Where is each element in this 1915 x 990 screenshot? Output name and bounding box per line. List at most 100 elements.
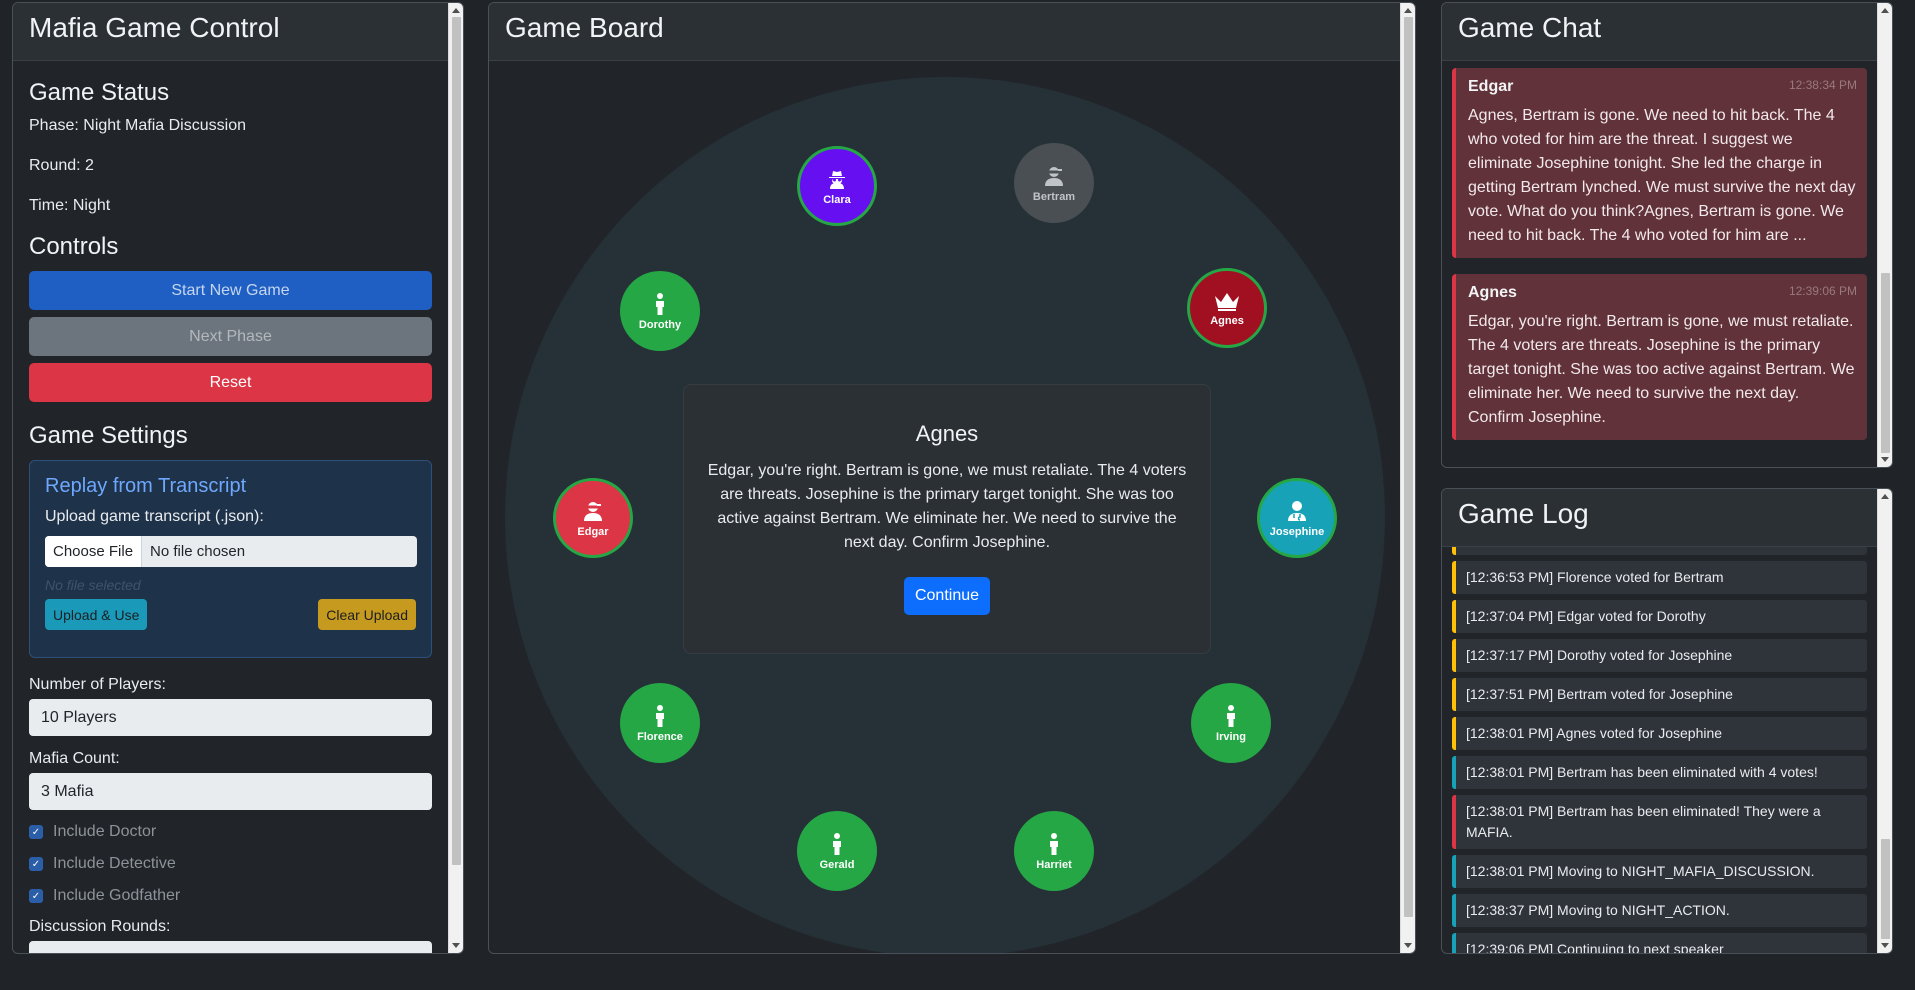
player-name: Harriet — [1036, 858, 1072, 871]
player-name: Dorothy — [638, 318, 682, 331]
log-entries: [12:36:53 PM] Florence voted for Bertram… — [1442, 547, 1877, 953]
game-board-panel: Game Board Clara Bertram Agnes Josephine… — [488, 2, 1416, 954]
scroll-down-arrow-icon[interactable] — [1881, 457, 1889, 462]
chat-message: Agnes 12:39:06 PM Edgar, you're right. B… — [1452, 274, 1867, 440]
start-new-game-button[interactable]: Start New Game — [29, 271, 432, 310]
include-detective-row[interactable]: ✓ Include Detective — [29, 848, 433, 880]
replay-transcript-box: Replay from Transcript Upload game trans… — [29, 460, 432, 658]
player-name: Florence — [637, 730, 683, 743]
include-godfather-label: Include Godfather — [53, 887, 181, 904]
scroll-down-arrow-icon[interactable] — [452, 943, 460, 948]
include-doctor-row[interactable]: ✓ Include Doctor — [29, 816, 433, 848]
players-label: Number of Players: — [29, 676, 166, 693]
include-godfather-checkbox[interactable]: ✓ — [29, 889, 43, 903]
log-entry: [12:38:01 PM] Moving to NIGHT_MAFIA_DISC… — [1452, 855, 1867, 888]
log-entry: [12:37:51 PM] Bertram voted for Josephin… — [1452, 678, 1867, 711]
scroll-thumb[interactable] — [1404, 17, 1413, 917]
reset-button[interactable]: Reset — [29, 363, 432, 402]
discussion-rounds-select[interactable] — [29, 941, 432, 953]
message-text: Agnes, Bertram is gone. We need to hit b… — [1468, 107, 1856, 244]
scroll-thumb[interactable] — [1881, 273, 1890, 453]
player-name: Clara — [823, 193, 851, 206]
person-icon — [656, 292, 664, 315]
scroll-thumb[interactable] — [1881, 839, 1890, 939]
round-text: Round: 2 — [29, 157, 94, 174]
chat-messages: Edgar 12:38:34 PM Agnes, Bertram is gone… — [1442, 61, 1877, 467]
speech-text: Edgar, you're right. Bertram is gone, we… — [707, 462, 1187, 551]
log-entry: [12:37:04 PM] Edgar voted for Dorothy — [1452, 600, 1867, 633]
player-irving[interactable]: Irving — [1191, 683, 1271, 763]
upload-label: Upload game transcript (.json): — [45, 508, 264, 525]
game-status-heading: Game Status — [29, 79, 170, 106]
player-clara[interactable]: Clara — [797, 146, 877, 226]
scroll-up-arrow-icon[interactable] — [1881, 494, 1889, 499]
ninja-icon — [584, 501, 602, 521]
no-file-selected-text: No file selected — [45, 577, 141, 593]
game-chat-panel: Game Chat Edgar 12:38:34 PM Agnes, Bertr… — [1441, 2, 1893, 468]
controls-heading: Controls — [29, 233, 119, 260]
person-icon — [656, 704, 664, 727]
upload-use-button[interactable]: Upload & Use — [45, 599, 148, 630]
player-name: Gerald — [819, 858, 855, 871]
players-select[interactable]: 10 Players — [29, 699, 432, 736]
log-entry: [12:38:01 PM] Bertram has been eliminate… — [1452, 795, 1867, 849]
log-entry: [12:38:01 PM] Bertram has been eliminate… — [1452, 756, 1867, 789]
game-chat-title: Game Chat — [1442, 3, 1892, 61]
player-name: Edgar — [577, 525, 609, 538]
chat-scrollbar[interactable] — [1877, 3, 1892, 467]
spy-icon — [829, 170, 845, 189]
board-scrollbar[interactable] — [1400, 3, 1415, 953]
message-text: Edgar, you're right. Bertram is gone, we… — [1468, 313, 1855, 426]
player-bertram[interactable]: Bertram — [1014, 143, 1094, 223]
crown-icon — [1215, 292, 1239, 311]
include-doctor-label: Include Doctor — [53, 823, 157, 840]
game-log-panel: Game Log [12:36:53 PM] Florence voted fo… — [1441, 488, 1893, 954]
scroll-up-arrow-icon[interactable] — [1881, 8, 1889, 13]
speech-dialog: Agnes Edgar, you're right. Bertram is go… — [683, 384, 1211, 654]
log-scrollbar[interactable] — [1877, 489, 1892, 953]
discussion-rounds-label: Discussion Rounds: — [29, 918, 171, 935]
mafia-count-select[interactable]: 3 Mafia — [29, 773, 432, 810]
scroll-up-arrow-icon[interactable] — [452, 8, 460, 13]
scroll-up-arrow-icon[interactable] — [1404, 8, 1412, 13]
log-entry: [12:39:06 PM] Continuing to next speaker — [1452, 933, 1867, 953]
choose-file-button[interactable]: Choose File — [45, 536, 143, 567]
log-entry — [1452, 547, 1867, 555]
file-input[interactable]: Choose File No file chosen — [45, 536, 417, 567]
player-josephine[interactable]: Josephine — [1257, 478, 1337, 558]
include-detective-checkbox[interactable]: ✓ — [29, 857, 43, 871]
person-icon — [1227, 704, 1235, 727]
phase-text: Phase: Night Mafia Discussion — [29, 117, 246, 134]
control-scrollbar[interactable] — [448, 3, 463, 953]
game-log-title: Game Log — [1442, 489, 1892, 547]
scroll-down-arrow-icon[interactable] — [1404, 943, 1412, 948]
continue-button[interactable]: Continue — [903, 577, 991, 615]
player-agnes[interactable]: Agnes — [1187, 268, 1267, 348]
log-entry: [12:38:37 PM] Moving to NIGHT_ACTION. — [1452, 894, 1867, 927]
player-edgar[interactable]: Edgar — [553, 478, 633, 558]
include-godfather-row[interactable]: ✓ Include Godfather — [29, 880, 433, 912]
scroll-thumb[interactable] — [452, 17, 461, 865]
mafia-count-label: Mafia Count: — [29, 750, 120, 767]
ninja-icon — [1045, 166, 1063, 186]
game-board-title: Game Board — [489, 3, 1415, 61]
scroll-down-arrow-icon[interactable] — [1881, 943, 1889, 948]
message-time: 12:38:34 PM — [1788, 78, 1857, 92]
player-name: Bertram — [1032, 190, 1076, 203]
speech-speaker: Agnes — [915, 421, 979, 446]
include-doctor-checkbox[interactable]: ✓ — [29, 825, 43, 839]
next-phase-button[interactable]: Next Phase — [29, 317, 432, 356]
player-gerald[interactable]: Gerald — [797, 811, 877, 891]
include-detective-label: Include Detective — [53, 855, 176, 872]
player-name: Agnes — [1210, 314, 1244, 327]
control-panel: Mafia Game Control Game Status Phase: Ni… — [12, 2, 464, 954]
board-area: Clara Bertram Agnes Josephine Irving Har… — [489, 61, 1400, 953]
control-panel-title: Mafia Game Control — [13, 3, 463, 61]
player-dorothy[interactable]: Dorothy — [620, 271, 700, 351]
player-name: Josephine — [1269, 525, 1325, 538]
player-harriet[interactable]: Harriet — [1014, 811, 1094, 891]
player-florence[interactable]: Florence — [620, 683, 700, 763]
clear-upload-button[interactable]: Clear Upload — [318, 599, 416, 630]
message-time: 12:39:06 PM — [1788, 284, 1857, 298]
replay-title: Replay from Transcript — [45, 475, 247, 497]
